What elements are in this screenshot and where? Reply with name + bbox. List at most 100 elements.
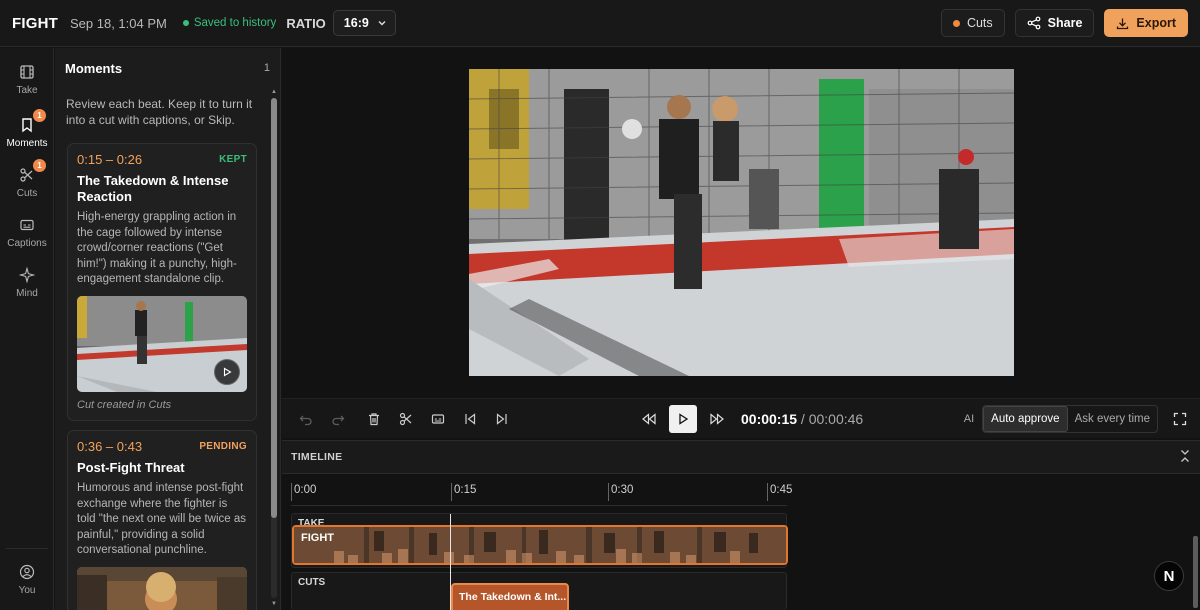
fullscreen-icon	[1173, 412, 1187, 425]
status-badge: PENDING	[199, 441, 247, 452]
ask-every-time-option[interactable]: Ask every time	[1068, 406, 1157, 432]
captions-icon	[431, 413, 445, 424]
export-button-label: Export	[1136, 16, 1176, 30]
header-actions: Cuts Share Export	[940, 9, 1188, 37]
playhead[interactable]	[450, 514, 451, 610]
moments-panel: Moments 1 Review each beat. Keep it to t…	[55, 48, 281, 610]
ruler-tick	[291, 483, 292, 501]
delete-button[interactable]	[358, 403, 390, 435]
card-header: 0:15 – 0:26 KEPT	[77, 152, 247, 167]
moments-badge: 1	[33, 109, 46, 122]
fullscreen-button[interactable]	[1164, 403, 1196, 435]
ruler-tick	[451, 483, 452, 501]
play-button[interactable]	[669, 404, 697, 433]
trim-end-icon	[496, 412, 507, 425]
approval-toggle: Auto approve Ask every time	[982, 404, 1158, 433]
current-time: 00:00:15	[741, 410, 798, 427]
auto-approve-option[interactable]: Auto approve	[983, 405, 1068, 432]
saved-status: Saved to history	[182, 17, 277, 29]
redo-icon	[332, 415, 345, 425]
project-date: Sep 18, 1:04 PM	[70, 15, 167, 31]
fast-forward-button[interactable]	[701, 403, 733, 435]
export-button[interactable]: Export	[1104, 9, 1188, 37]
bookmark-icon: 1	[17, 109, 46, 135]
scroll-down-icon[interactable]: ▼	[270, 600, 278, 608]
split-button[interactable]	[390, 403, 422, 435]
rail-item-you[interactable]: You	[0, 562, 54, 596]
collapse-icon[interactable]	[1179, 449, 1191, 466]
rail-item-label: Take	[16, 85, 38, 96]
ai-approval: AI Auto approve Ask every time	[963, 404, 1158, 433]
user-icon	[17, 562, 37, 582]
rail-item-label: You	[18, 585, 36, 596]
moments-header: Moments 1	[55, 48, 280, 88]
rail-item-cuts[interactable]: 1 Cuts	[0, 159, 54, 199]
ruler-baseline	[291, 505, 787, 506]
assistant-button-label: N	[1163, 567, 1175, 585]
editor-main: 00:00:15 / 00:00:46 AI Auto approve Ask …	[282, 48, 1200, 610]
thumbnail-image	[77, 566, 247, 610]
fast-forward-icon	[710, 412, 724, 425]
trim-end-button[interactable]	[486, 403, 518, 435]
cuts-button-label: Cuts	[966, 16, 993, 30]
rail-item-label: Captions	[7, 238, 47, 249]
undo-icon	[299, 415, 312, 425]
ratio-select[interactable]: 16:9	[332, 10, 396, 36]
total-time: 00:00:46	[808, 410, 864, 427]
timeline-scrollbar[interactable]	[1193, 478, 1198, 610]
saved-status-label: Saved to history	[193, 17, 277, 29]
project-title[interactable]: FIGHT	[12, 15, 58, 32]
rewind-icon	[642, 412, 656, 425]
rail-divider	[6, 548, 48, 549]
moments-count: 1	[263, 62, 270, 74]
redo-button[interactable]	[322, 403, 354, 435]
card-time-range: 0:36 – 0:43	[77, 439, 143, 454]
ruler-label: 0:30	[611, 484, 634, 496]
card-title: The Takedown & Intense Reaction	[77, 173, 229, 204]
card-description: Humorous and intense post-fight exchange…	[77, 482, 247, 556]
timeline-ruler[interactable]: 0:00 0:15 0:30 0:45	[291, 478, 792, 506]
rail-item-mind[interactable]: Mind	[0, 265, 54, 299]
play-icon[interactable]	[214, 358, 240, 385]
undo-button[interactable]	[290, 403, 322, 435]
share-icon	[1027, 16, 1041, 30]
share-button[interactable]: Share	[1014, 9, 1095, 37]
scroll-up-icon[interactable]: ▲	[270, 88, 278, 96]
card-thumbnail[interactable]	[77, 295, 247, 392]
card-description: High-energy grappling action in the cage…	[77, 211, 237, 285]
video-frame	[469, 69, 1014, 376]
moment-card[interactable]: 0:36 – 0:43 PENDING Post-Fight Threat Hu…	[67, 430, 257, 610]
captions-button[interactable]	[422, 403, 454, 435]
rail-item-moments[interactable]: 1 Moments	[0, 109, 54, 149]
cuts-lane-label: CUTS	[298, 577, 326, 588]
ratio-value: 16:9	[343, 16, 369, 30]
moments-scrollbar[interactable]: ▲ ▼	[270, 88, 278, 610]
cuts-button[interactable]: Cuts	[940, 9, 1005, 37]
scroll-thumb[interactable]	[271, 98, 277, 518]
ratio-label: RATIO	[286, 15, 326, 31]
captions-icon	[17, 215, 37, 235]
scissors-icon	[399, 412, 412, 425]
scroll-thumb[interactable]	[1193, 536, 1198, 608]
card-thumbnail[interactable]	[77, 566, 247, 610]
rail-item-take[interactable]: Take	[0, 62, 54, 96]
cut-clip[interactable]: The Takedown & Int...	[451, 583, 569, 610]
rewind-button[interactable]	[633, 403, 665, 435]
ai-label: AI	[963, 412, 975, 425]
trash-icon	[369, 412, 379, 425]
cut-clip-label: The Takedown & Int...	[459, 591, 567, 603]
trim-start-button[interactable]	[454, 403, 486, 435]
assistant-button[interactable]: N	[1154, 561, 1184, 591]
rail-item-captions[interactable]: Captions	[0, 215, 54, 249]
timecode-separator: /	[797, 410, 809, 427]
take-clip-label: FIGHT	[301, 532, 334, 544]
moment-card[interactable]: 0:15 – 0:26 KEPT The Takedown & Intense …	[67, 143, 257, 421]
card-footer: Cut created in Cuts	[77, 398, 172, 411]
rail-item-label: Cuts	[16, 188, 38, 199]
video-preview[interactable]	[469, 69, 1014, 376]
timeline-title: TIMELINE	[291, 451, 343, 463]
timecode: 00:00:15 / 00:00:46	[741, 411, 863, 427]
take-clip[interactable]: FIGHT	[292, 525, 788, 565]
take-lane: TAKE FIGHT	[291, 513, 788, 568]
ruler-tick	[767, 483, 768, 501]
